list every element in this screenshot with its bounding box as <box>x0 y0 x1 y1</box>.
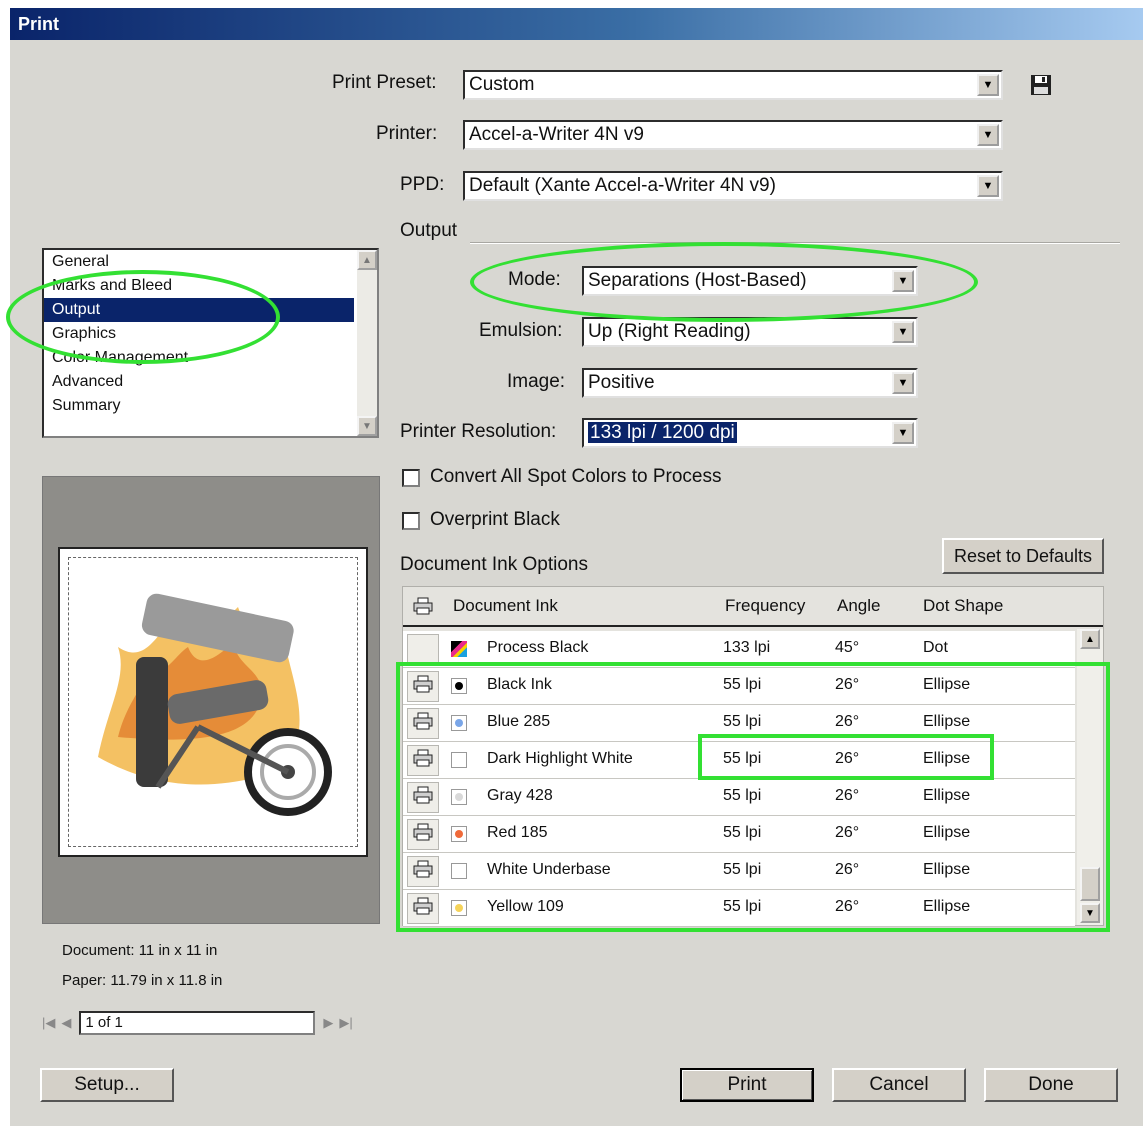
overprint-black-checkbox[interactable] <box>402 512 420 530</box>
highlight-dark-highlight-values <box>698 734 994 780</box>
scroll-down-icon[interactable]: ▼ <box>357 416 377 436</box>
ink-name: Process Black <box>487 639 589 656</box>
ppd-select[interactable]: Default (Xante Accel-a-Writer 4N v9) ▼ <box>463 171 1003 201</box>
convert-spot-checkbox[interactable] <box>402 469 420 487</box>
column-header-ink[interactable]: Document Ink <box>453 596 558 616</box>
image-label: Image: <box>507 371 566 392</box>
preset-label: Print Preset: <box>332 72 437 93</box>
preset-select[interactable]: Custom ▼ <box>463 70 1003 100</box>
category-item-summary[interactable]: Summary <box>44 394 354 418</box>
printer-select[interactable]: Accel-a-Writer 4N v9 ▼ <box>463 120 1003 150</box>
chevron-down-icon[interactable]: ▼ <box>892 321 914 343</box>
print-dialog: Print Print Preset: Custom ▼ Printer: Ac… <box>6 8 1143 1126</box>
ppd-label: PPD: <box>400 174 445 195</box>
printer-icon <box>413 597 433 620</box>
chevron-down-icon[interactable]: ▼ <box>977 175 999 197</box>
output-section-title: Output <box>400 220 458 241</box>
cancel-button[interactable]: Cancel <box>832 1068 966 1102</box>
first-page-icon[interactable]: |◀ <box>42 1015 55 1031</box>
column-header-dot-shape[interactable]: Dot Shape <box>923 596 1003 616</box>
column-header-frequency[interactable]: Frequency <box>725 596 805 616</box>
category-item-general[interactable]: General <box>44 250 354 274</box>
scroll-up-icon[interactable]: ▲ <box>357 250 377 270</box>
page-navigator: |◀ ◀ 1 of 1 ▶ ▶| <box>42 1008 380 1038</box>
printer-value: Accel-a-Writer 4N v9 <box>469 124 644 145</box>
ink-dot-shape: Dot <box>923 639 948 656</box>
highlight-mode <box>470 242 978 322</box>
process-color-icon <box>451 641 467 657</box>
ink-options-title: Document Ink Options <box>400 554 588 575</box>
printer-label: Printer: <box>376 123 438 144</box>
preview-page <box>58 547 368 857</box>
ink-table-header: Document Ink Frequency Angle Dot Shape <box>403 587 1103 627</box>
chevron-down-icon[interactable]: ▼ <box>892 422 914 444</box>
overprint-black-label: Overprint Black <box>430 509 560 530</box>
highlight-ink-rows <box>396 662 1110 932</box>
ink-angle: 45° <box>835 639 860 656</box>
column-header-angle[interactable]: Angle <box>837 596 880 616</box>
last-page-icon[interactable]: ▶| <box>339 1015 352 1031</box>
highlight-output-category <box>6 270 280 364</box>
motorcycle-artwork-image <box>98 593 332 816</box>
next-page-icon[interactable]: ▶ <box>323 1015 333 1031</box>
print-button[interactable]: Print <box>680 1068 814 1102</box>
document-size-text: Document: 11 in x 11 in <box>62 942 218 959</box>
chevron-down-icon[interactable]: ▼ <box>977 124 999 146</box>
resolution-label: Printer Resolution: <box>400 421 557 442</box>
emulsion-label: Emulsion: <box>479 320 563 341</box>
resolution-select[interactable]: 133 lpi / 1200 dpi ▼ <box>582 418 918 448</box>
ink-frequency: 133 lpi <box>723 639 771 656</box>
resolution-value: 133 lpi / 1200 dpi <box>588 422 737 443</box>
scroll-up-icon[interactable]: ▲ <box>1080 629 1100 649</box>
paper-size-text: Paper: 11.79 in x 11.8 in <box>62 972 223 989</box>
setup-button[interactable]: Setup... <box>40 1068 174 1102</box>
print-ink-toggle-empty[interactable] <box>407 634 439 665</box>
chevron-down-icon[interactable]: ▼ <box>977 74 999 96</box>
save-preset-icon[interactable] <box>1028 72 1054 98</box>
preset-value: Custom <box>469 74 535 95</box>
page-preview <box>42 476 380 924</box>
category-item-advanced[interactable]: Advanced <box>44 370 354 394</box>
convert-spot-label: Convert All Spot Colors to Process <box>430 466 722 487</box>
page-field[interactable]: 1 of 1 <box>79 1011 316 1035</box>
emulsion-value: Up (Right Reading) <box>588 321 751 342</box>
ppd-value: Default (Xante Accel-a-Writer 4N v9) <box>469 175 776 196</box>
prev-page-icon[interactable]: ◀ <box>61 1015 71 1031</box>
reset-defaults-button[interactable]: Reset to Defaults <box>942 538 1104 574</box>
chevron-down-icon[interactable]: ▼ <box>892 372 914 394</box>
category-scrollbar[interactable]: ▲ ▼ <box>357 250 377 436</box>
window-title: Print <box>10 8 1143 40</box>
image-select[interactable]: Positive ▼ <box>582 368 918 398</box>
image-value: Positive <box>588 372 655 393</box>
done-button[interactable]: Done <box>984 1068 1118 1102</box>
